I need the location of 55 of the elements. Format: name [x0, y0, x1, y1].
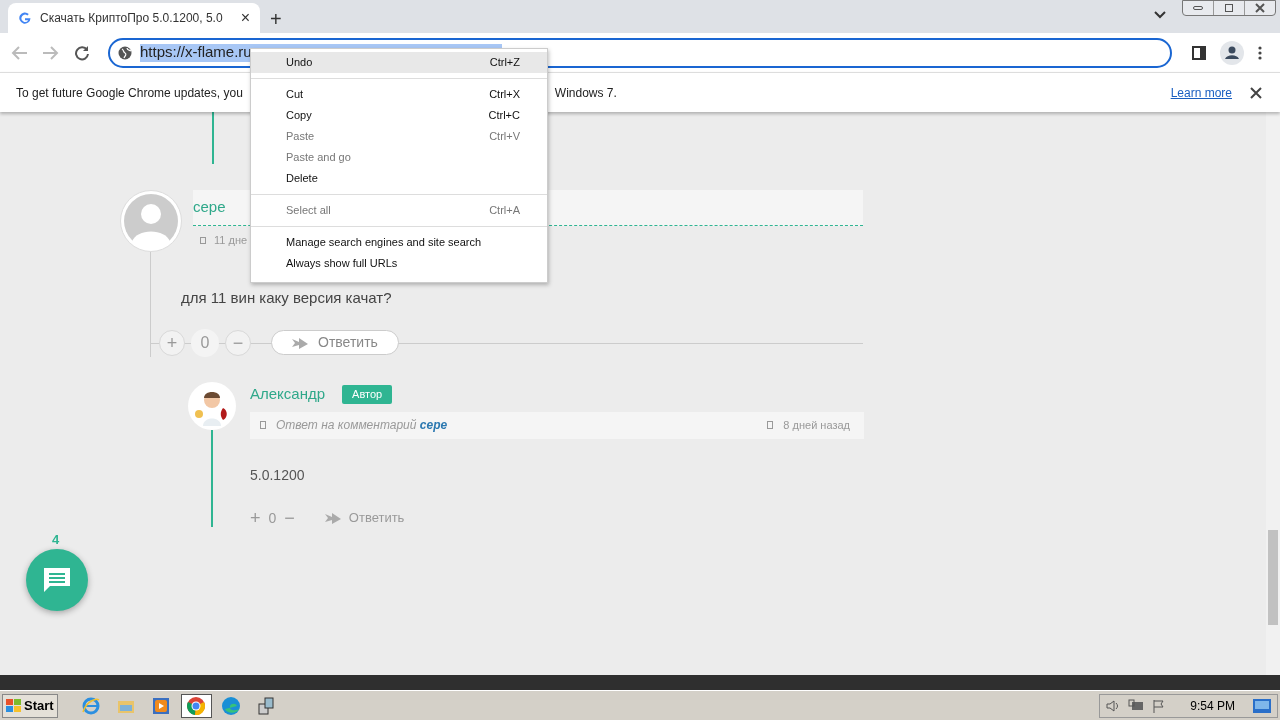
author-badge: Автор	[342, 385, 393, 404]
media-player-icon	[151, 695, 172, 716]
close-icon	[1255, 3, 1265, 13]
network-icon[interactable]	[1128, 698, 1145, 713]
menu-icon[interactable]	[1258, 45, 1262, 60]
flag-icon[interactable]	[1152, 698, 1167, 713]
start-button[interactable]: Start	[2, 693, 58, 718]
comment-date: 8 дней назад	[783, 417, 850, 433]
menu-item[interactable]: Undo Ctrl+Z	[251, 52, 547, 73]
comment-date: 11 дне	[214, 233, 248, 248]
close-tab-button[interactable]: ×	[240, 6, 250, 30]
vote-count: 0	[267, 508, 278, 528]
comment-count: 4	[52, 531, 60, 549]
menu-item[interactable]: Manage search engines and site search	[251, 232, 547, 253]
reply-icon	[260, 421, 266, 429]
edge-icon	[221, 695, 242, 716]
reload-icon[interactable]	[74, 44, 90, 61]
menu-item[interactable]: Always show full URLs	[251, 253, 547, 274]
menu-item[interactable]: Delete	[251, 168, 547, 189]
browser-icon	[81, 695, 102, 716]
chat-icon	[42, 566, 72, 594]
url-text: https://x-flame.ru	[140, 42, 252, 63]
browser-tab[interactable]: Скачать КриптоПро 5.0.1200, 5.0 ×	[8, 3, 260, 33]
menu-item[interactable]: Copy Ctrl+C	[251, 105, 547, 126]
show-desktop-icon[interactable]	[1253, 698, 1271, 713]
comment-text: для 11 вин каку версия качат?	[181, 288, 393, 308]
taskbar-app-button[interactable]	[180, 693, 212, 718]
new-tab-button[interactable]: +	[270, 9, 282, 29]
speaker-icon[interactable]	[1106, 698, 1121, 713]
comment-text: 5.0.1200	[250, 465, 306, 485]
comments-button[interactable]	[26, 549, 88, 611]
clock-icon	[200, 236, 206, 244]
learn-more-link[interactable]: Learn more	[1170, 83, 1232, 102]
side-panel-icon[interactable]	[1192, 45, 1206, 60]
scrollbar[interactable]	[1266, 112, 1280, 675]
installer-icon	[256, 695, 277, 716]
reply-arrow-icon	[324, 512, 341, 524]
vote-count: 0	[191, 328, 219, 357]
google-icon	[18, 11, 32, 25]
menu-item[interactable]: Cut Ctrl+X	[251, 84, 547, 105]
chrome-icon	[186, 695, 207, 716]
infobar-text: Windows 7.	[554, 84, 617, 102]
infobar-text: To get future Google Chrome updates, you	[16, 84, 243, 102]
profile-icon[interactable]	[1220, 40, 1244, 65]
tab-search-icon[interactable]	[1154, 11, 1166, 19]
tab-title: Скачать КриптоПро 5.0.1200, 5.0	[40, 10, 224, 27]
reply-to-link[interactable]: сере	[419, 418, 448, 432]
windows-logo-icon	[6, 698, 22, 713]
reply-button[interactable]: Ответить	[271, 330, 399, 355]
reply-arrow-icon	[292, 336, 308, 349]
clock: 9:54 PM	[1190, 697, 1235, 715]
clock-icon	[767, 421, 774, 429]
close-icon[interactable]	[1250, 86, 1262, 99]
reply-to-text: Ответ на комментарий сере	[276, 417, 448, 434]
globe-icon	[118, 45, 132, 60]
